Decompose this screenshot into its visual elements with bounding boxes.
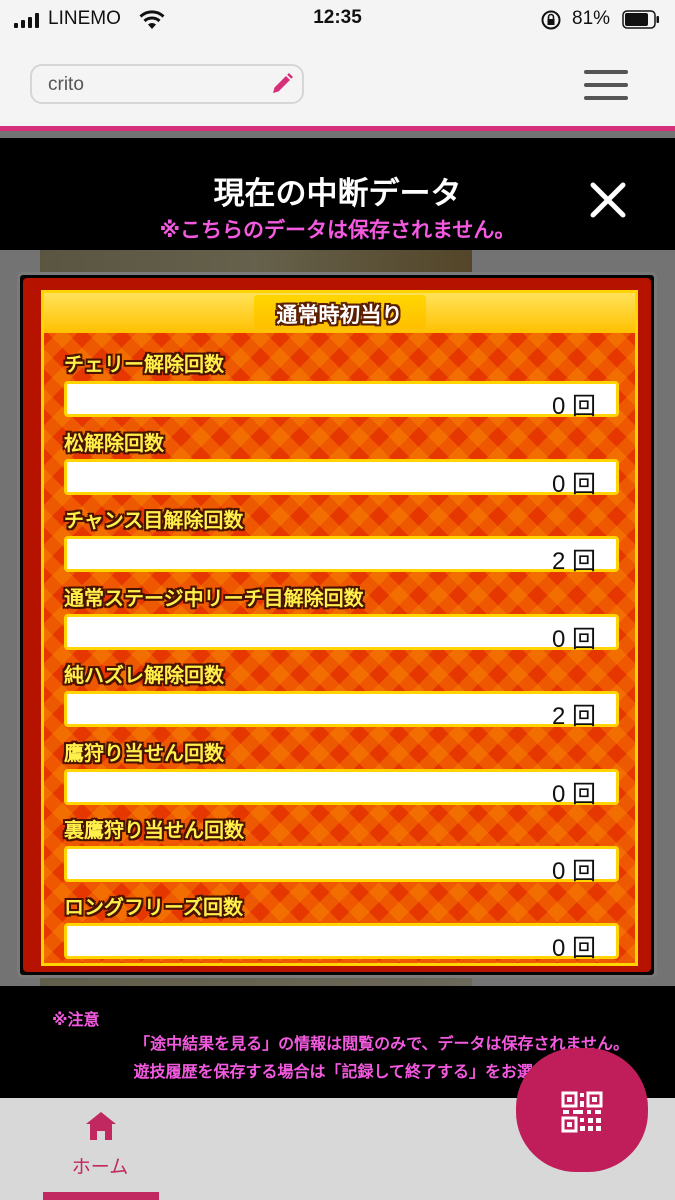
row-value-box-cherry: 0 回 (64, 381, 619, 420)
battery-icon (622, 10, 659, 29)
rotation-lock-icon (541, 10, 561, 30)
search-input[interactable]: crito (30, 64, 304, 104)
close-icon[interactable] (588, 180, 628, 220)
data-list[interactable]: 通常時初当り チェリー解除回数 0 回 松解除回数 0 回 チャンス目解除回数 … (41, 290, 638, 966)
row-value: 0 回 (551, 858, 596, 885)
row-value-box-chance: 2 回 (64, 536, 619, 575)
section-banner: 通常時初当り (44, 293, 635, 333)
qr-code-icon (561, 1091, 603, 1133)
row-value-box-long-freeze: 0 回 (64, 923, 619, 962)
hamburger-menu-icon[interactable] (584, 70, 628, 100)
status-bar: LINEMO 12:35 81% (0, 0, 675, 40)
nav-active-indicator (43, 1192, 159, 1200)
modal-header: 現在の中断データ ※こちらのデータは保存されません。 (0, 138, 675, 250)
row-value: 2 回 (551, 548, 596, 575)
section-title: 通常時初当り (276, 303, 403, 327)
row-label-takagari: 鷹狩り当せん回数 (64, 741, 224, 765)
home-icon[interactable] (84, 1110, 118, 1142)
row-value-box-reach: 0 回 (64, 614, 619, 653)
modal-title: 現在の中断データ (213, 176, 462, 212)
interim-data-panel: 通常時初当り チェリー解除回数 0 回 松解除回数 0 回 チャンス目解除回数 … (17, 272, 657, 978)
pencil-icon[interactable] (270, 72, 294, 96)
row-label-ura-takagari: 裏鷹狩り当せん回数 (64, 818, 244, 842)
notice-line-1: 「途中結果を見る」の情報は閲覧のみで、データは保存されません。 (134, 1034, 629, 1053)
row-value-box-hazure: 2 回 (64, 691, 619, 730)
row-value: 0 回 (551, 781, 596, 808)
row-value: 0 回 (551, 471, 596, 498)
row-value-box-takagari: 0 回 (64, 769, 619, 808)
app-header: crito (0, 40, 675, 128)
row-label-reach: 通常ステージ中リーチ目解除回数 (64, 586, 364, 610)
row-value: 0 回 (551, 626, 596, 653)
row-value-box-ura-takagari: 0 回 (64, 846, 619, 885)
row-label-hazure: 純ハズレ解除回数 (64, 663, 224, 687)
row-value: 0 回 (551, 935, 596, 962)
notice-title: ※注意 (52, 1010, 100, 1029)
search-input-value: crito (48, 74, 84, 95)
row-label-matsu: 松解除回数 (64, 431, 164, 455)
nav-home-label[interactable]: ホーム (60, 1152, 140, 1179)
battery-percent: 81% (572, 8, 611, 29)
row-label-cherry: チェリー解除回数 (64, 352, 224, 376)
row-label-chance: チャンス目解除回数 (64, 508, 244, 532)
row-value: 2 回 (551, 703, 596, 730)
row-label-long-freeze: ロングフリーズ回数 (64, 895, 243, 919)
row-value: 0 回 (551, 393, 596, 420)
row-value-box-matsu: 0 回 (64, 459, 619, 498)
modal-subtitle: ※こちらのデータは保存されません。 (159, 218, 516, 242)
